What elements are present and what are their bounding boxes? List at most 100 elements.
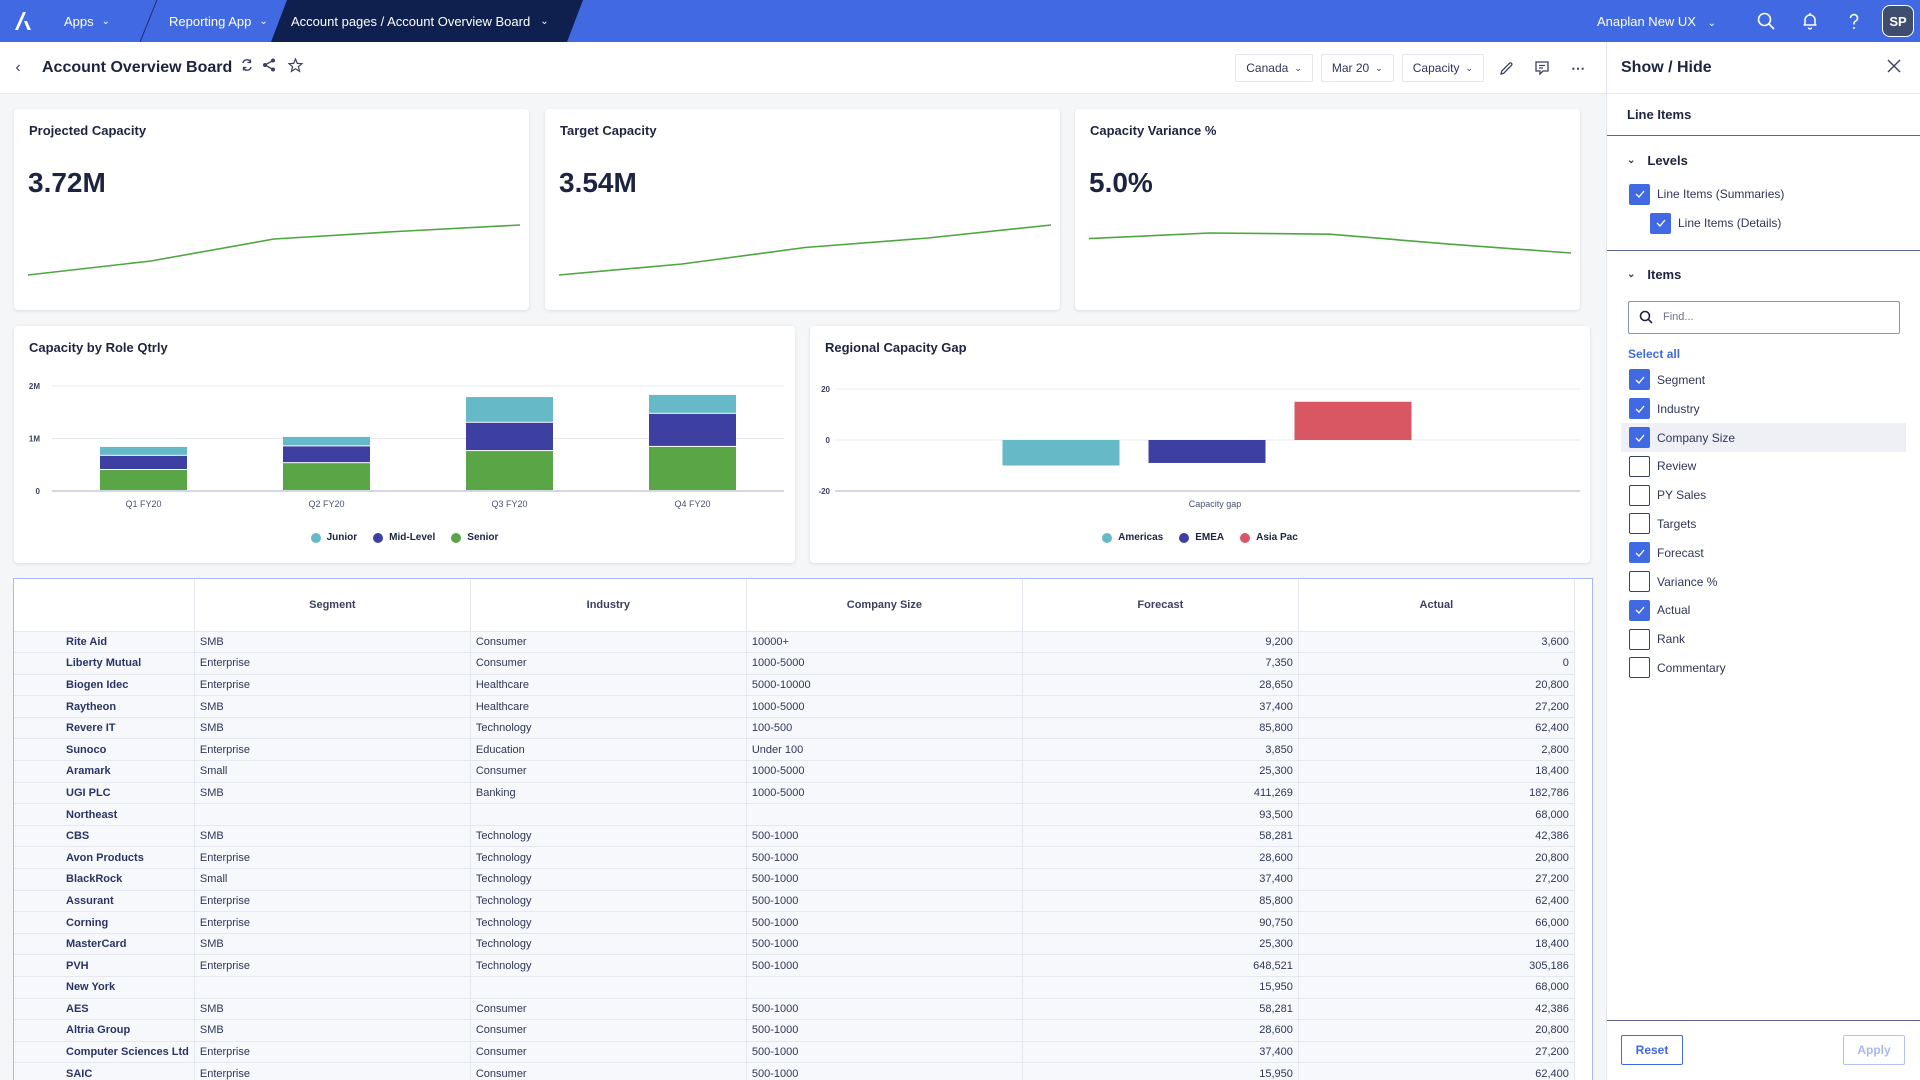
cell-actual[interactable]: 27,200 xyxy=(1298,1041,1575,1064)
cell-company-size[interactable]: 5000-10000 xyxy=(746,674,1023,697)
user-avatar[interactable]: SP xyxy=(1882,5,1914,37)
cell-company-size[interactable]: 500-1000 xyxy=(746,998,1023,1021)
cell-industry[interactable]: Consumer xyxy=(470,998,747,1021)
checkbox-unchecked[interactable] xyxy=(1629,571,1650,593)
cell-company-size[interactable]: 1000-5000 xyxy=(746,760,1023,783)
cell-forecast[interactable]: 58,281 xyxy=(1022,998,1299,1021)
reset-button[interactable]: Reset xyxy=(1621,1035,1683,1065)
cell-company-size[interactable]: 500-1000 xyxy=(746,911,1023,934)
cell-actual[interactable]: 42,386 xyxy=(1298,825,1575,848)
search-icon[interactable] xyxy=(1744,0,1788,42)
levels-section-toggle[interactable]: ⌄ Levels xyxy=(1607,148,1920,172)
row-header-name[interactable]: UGI PLC xyxy=(14,782,195,805)
cell-industry[interactable]: Technology xyxy=(470,954,747,977)
bar-junior-3[interactable] xyxy=(649,394,736,413)
bell-icon[interactable] xyxy=(1788,0,1832,42)
cell-segment[interactable] xyxy=(194,803,471,826)
cell-industry[interactable]: Technology xyxy=(470,846,747,870)
cell-industry[interactable]: Consumer xyxy=(470,631,747,654)
cell-industry[interactable]: Consumer xyxy=(470,652,747,675)
item-option[interactable]: Company Size xyxy=(1621,423,1906,452)
cell-industry[interactable]: Technology xyxy=(470,717,747,740)
cell-actual[interactable]: 18,400 xyxy=(1298,933,1575,956)
cell-industry[interactable] xyxy=(470,976,747,999)
bar-junior-2[interactable] xyxy=(466,397,553,422)
cell-forecast[interactable]: 37,400 xyxy=(1022,1041,1299,1064)
cell-forecast[interactable]: 25,300 xyxy=(1022,760,1299,783)
row-header-name[interactable]: Northeast xyxy=(14,803,195,826)
refresh-icon[interactable] xyxy=(240,58,254,77)
cell-actual[interactable]: 3,600 xyxy=(1298,631,1575,654)
cell-company-size[interactable]: 500-1000 xyxy=(746,1062,1023,1080)
row-header-name[interactable]: Revere IT xyxy=(14,717,195,740)
cell-segment[interactable]: Enterprise xyxy=(194,911,471,934)
cell-industry[interactable]: Technology xyxy=(470,933,747,956)
legend-item-americas[interactable]: Americas xyxy=(1102,532,1163,543)
cell-forecast[interactable]: 90,750 xyxy=(1022,911,1299,934)
checkbox-checked[interactable] xyxy=(1629,183,1650,205)
cell-forecast[interactable]: 28,600 xyxy=(1022,846,1299,870)
cell-segment[interactable]: SMB xyxy=(194,631,471,654)
item-option[interactable]: Forecast xyxy=(1607,538,1920,567)
cell-actual[interactable]: 2,800 xyxy=(1298,738,1575,762)
row-header-name[interactable]: Liberty Mutual xyxy=(14,652,195,675)
select-all-link[interactable]: Select all xyxy=(1607,342,1920,366)
cell-segment[interactable]: Enterprise xyxy=(194,954,471,977)
item-option[interactable]: Commentary xyxy=(1607,654,1920,683)
comment-icon[interactable] xyxy=(1528,60,1556,76)
cell-industry[interactable]: Consumer xyxy=(470,1062,747,1080)
bar-mid-level-0[interactable] xyxy=(100,455,187,469)
bar-mid-level-2[interactable] xyxy=(466,422,553,451)
cell-forecast[interactable]: 85,800 xyxy=(1022,717,1299,740)
row-header-name[interactable]: Rite Aid xyxy=(14,631,195,654)
cell-actual[interactable]: 182,786 xyxy=(1298,782,1575,805)
more-options-icon[interactable]: ⋯ xyxy=(1564,60,1592,77)
cell-actual[interactable]: 305,186 xyxy=(1298,954,1575,977)
cell-segment[interactable]: Enterprise xyxy=(194,738,471,762)
column-header-segment[interactable]: Segment xyxy=(194,579,471,632)
checkbox-checked[interactable] xyxy=(1629,542,1650,564)
cell-industry[interactable]: Consumer xyxy=(470,1019,747,1042)
cell-forecast[interactable]: 7,350 xyxy=(1022,652,1299,675)
legend-item-junior[interactable]: Junior xyxy=(310,532,357,543)
row-header-name[interactable]: New York xyxy=(14,976,195,999)
row-header-name[interactable]: Avon Products xyxy=(14,846,195,870)
row-header-name[interactable]: Raytheon xyxy=(14,695,195,718)
cell-industry[interactable]: Consumer xyxy=(470,760,747,783)
cell-company-size[interactable] xyxy=(746,803,1023,826)
checkbox-checked[interactable] xyxy=(1650,212,1671,234)
cell-segment[interactable]: SMB xyxy=(194,717,471,740)
cell-actual[interactable]: 62,400 xyxy=(1298,717,1575,740)
bar-senior-2[interactable] xyxy=(466,451,553,490)
cell-segment[interactable]: Enterprise xyxy=(194,846,471,870)
cell-actual[interactable]: 62,400 xyxy=(1298,1062,1575,1080)
bar-senior-0[interactable] xyxy=(100,470,187,490)
row-header-name[interactable]: BlackRock xyxy=(14,868,195,891)
cell-company-size[interactable]: 500-1000 xyxy=(746,954,1023,977)
bar-junior-0[interactable] xyxy=(100,446,187,455)
cell-segment[interactable]: Small xyxy=(194,868,471,891)
checkbox-checked[interactable] xyxy=(1629,599,1650,621)
row-header-name[interactable]: AES xyxy=(14,998,195,1021)
row-header-name[interactable]: MasterCard xyxy=(14,933,195,956)
checkbox-checked[interactable] xyxy=(1629,398,1650,420)
cell-forecast[interactable]: 37,400 xyxy=(1022,695,1299,718)
column-header-actual[interactable]: Actual xyxy=(1298,579,1575,632)
cell-actual[interactable]: 42,386 xyxy=(1298,998,1575,1021)
cell-segment[interactable]: Enterprise xyxy=(194,1041,471,1064)
find-input[interactable]: Find... xyxy=(1628,300,1900,334)
item-option[interactable]: Review xyxy=(1607,452,1920,481)
cell-industry[interactable]: Technology xyxy=(470,868,747,891)
cell-industry[interactable]: Banking xyxy=(470,782,747,805)
row-header-name[interactable]: Computer Sciences Ltd xyxy=(14,1041,195,1064)
column-header-industry[interactable]: Industry xyxy=(470,579,747,632)
cell-company-size[interactable]: 500-1000 xyxy=(746,890,1023,913)
item-option[interactable]: Segment xyxy=(1607,366,1920,395)
cell-company-size[interactable]: 500-1000 xyxy=(746,825,1023,848)
bar-senior-3[interactable] xyxy=(649,446,736,490)
cell-actual[interactable]: 20,800 xyxy=(1298,1019,1575,1042)
row-header-name[interactable]: PVH xyxy=(14,954,195,977)
cell-actual[interactable]: 0 xyxy=(1298,652,1575,675)
cell-forecast[interactable]: 28,650 xyxy=(1022,674,1299,697)
cell-actual[interactable]: 68,000 xyxy=(1298,976,1575,999)
